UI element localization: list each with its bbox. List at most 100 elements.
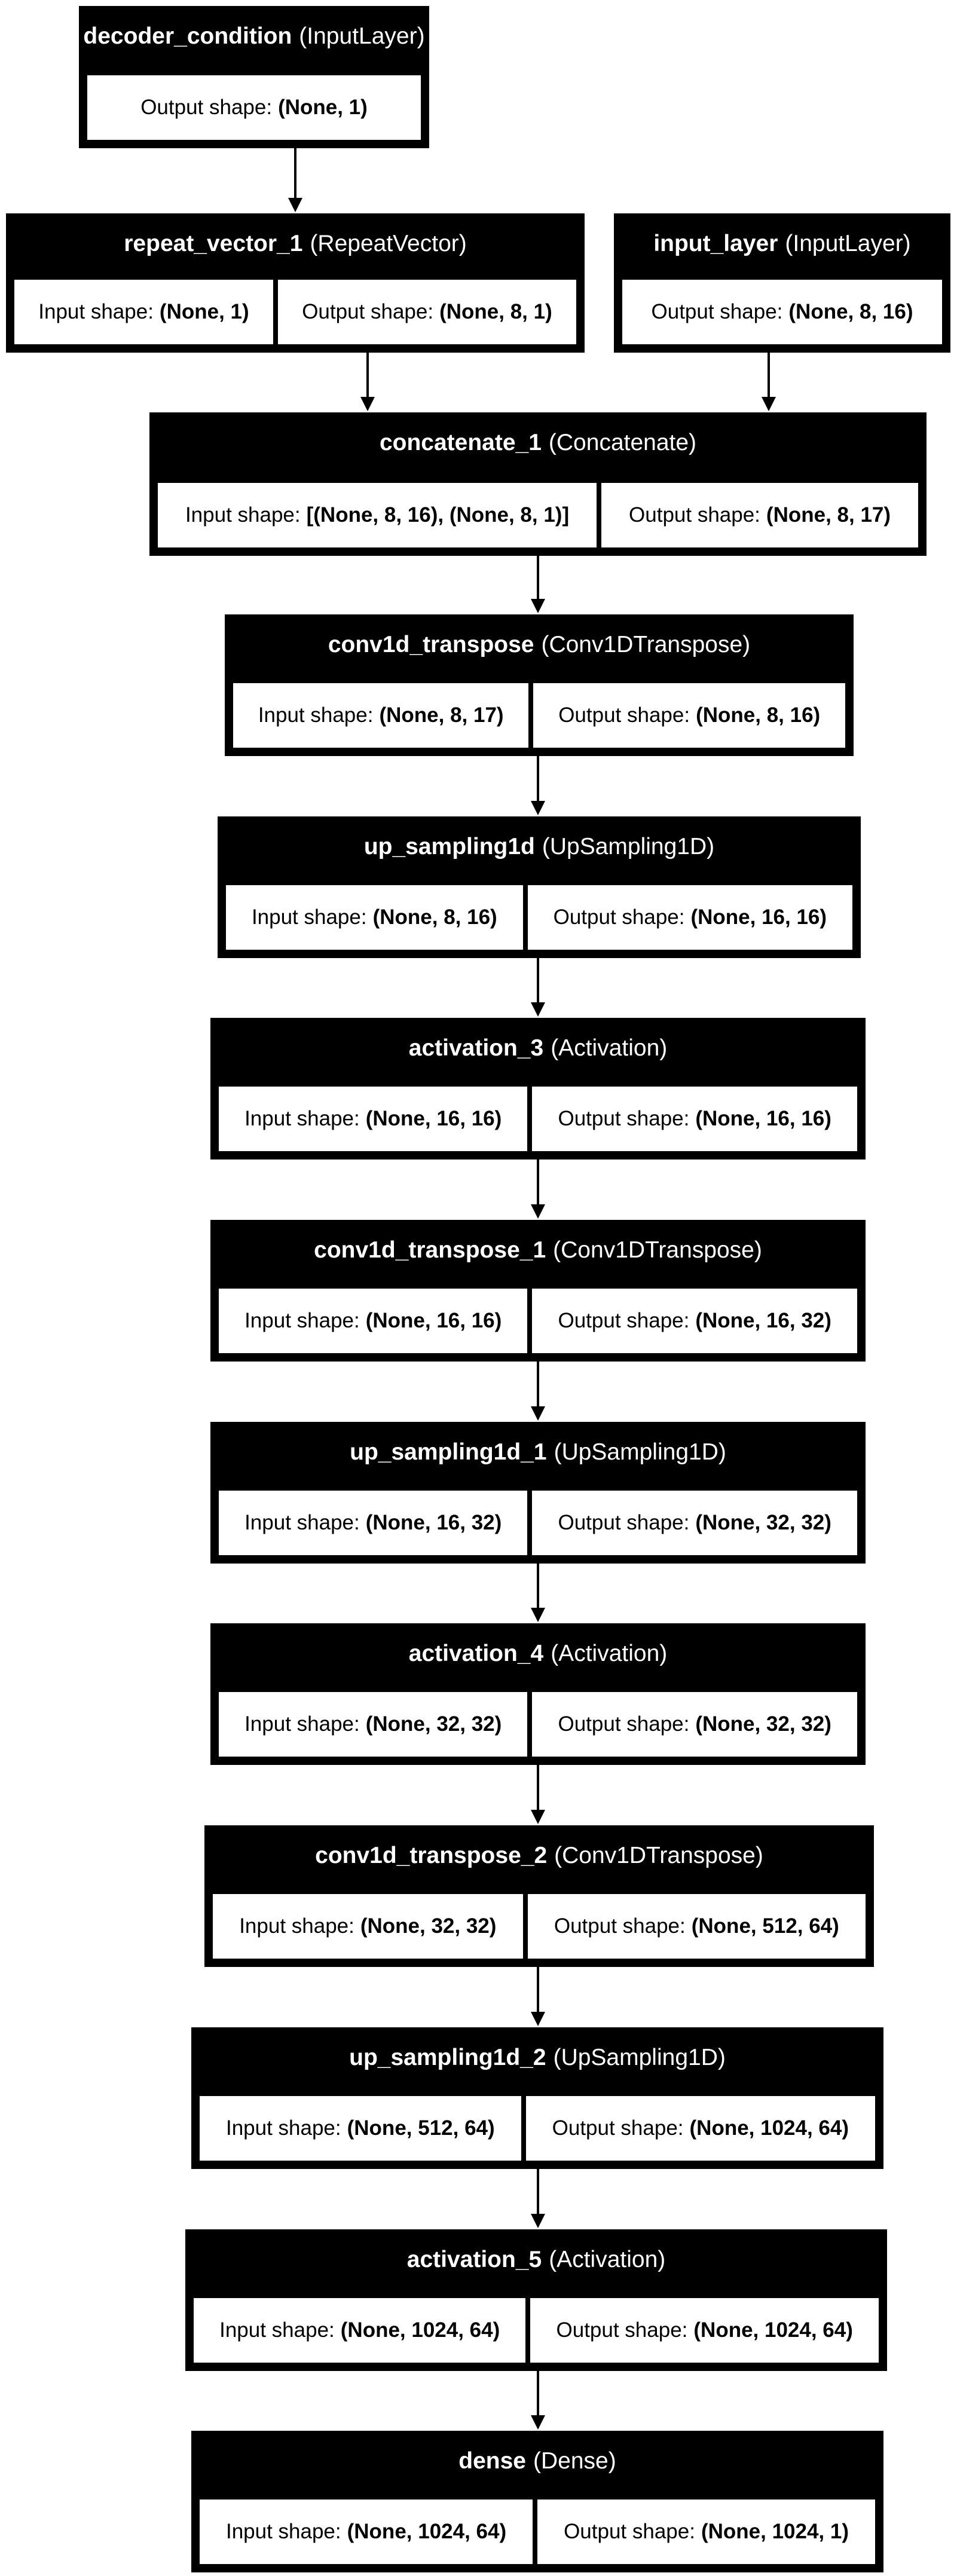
- layer-header: up_sampling1d_1 (UpSampling1D): [210, 1422, 866, 1483]
- output-shape-value: (None, 512, 64): [691, 1914, 839, 1938]
- shape-row: Input shape: (None, 1024, 64) Output shape…: [200, 2499, 875, 2564]
- layer-type: (Activation): [551, 1035, 668, 1061]
- input-shape-label: Input shape:: [225, 2116, 341, 2140]
- layer-header: up_sampling1d_2 (UpSampling1D): [191, 2027, 883, 2088]
- layer-node-dense: dense (Dense) Input shape: (None, 1024, 64)…: [191, 2431, 883, 2572]
- output-shape-label: Output shape:: [552, 2116, 684, 2140]
- layer-type: (RepeatVector): [310, 231, 467, 256]
- output-shape-cell: Output shape: (None, 16, 16): [532, 1087, 858, 1151]
- output-shape-value: (None, 1024, 64): [693, 2318, 853, 2342]
- layer-header: input_layer (InputLayer): [614, 213, 950, 274]
- layer-name: conv1d_transpose: [328, 632, 534, 657]
- input-shape-label: Input shape:: [244, 1511, 360, 1534]
- input-shape-value: (None, 16, 32): [365, 1511, 502, 1534]
- output-shape-value: (None, 32, 32): [695, 1511, 831, 1534]
- output-shape-value: (None, 16, 16): [695, 1107, 831, 1130]
- output-shape-cell: Output shape: (None, 8, 16): [622, 280, 942, 344]
- output-shape-value: (None, 8, 16): [696, 703, 821, 727]
- layer-node-conv1d-transpose-2: conv1d_transpose_2 (Conv1DTranspose) Input…: [204, 1825, 874, 1967]
- shape-row: Input shape: (None, 16, 32) Output shape:(…: [219, 1491, 858, 1555]
- layer-type: (Activation): [549, 2247, 666, 2272]
- output-shape-cell: Output shape: (None, 8, 16): [533, 683, 846, 748]
- layer-header: conv1d_transpose_1 (Conv1DTranspose): [210, 1220, 866, 1281]
- output-shape-cell: Output shape: (None, 1): [87, 75, 421, 140]
- layer-name: dense: [458, 2448, 526, 2474]
- input-shape-cell: Input shape: (None, 1024, 64): [200, 2499, 533, 2564]
- output-shape-value: (None, 1024, 1): [701, 2520, 849, 2543]
- layer-header: repeat_vector_1 (RepeatVector): [6, 213, 585, 274]
- input-shape-value: (None, 1024, 64): [347, 2520, 507, 2543]
- input-shape-cell: Input shape: (None, 16, 16): [219, 1289, 528, 1353]
- layer-name: activation_3: [408, 1035, 544, 1061]
- layer-name: up_sampling1d_1: [350, 1439, 547, 1465]
- layer-type: (InputLayer): [785, 231, 911, 256]
- layer-name: repeat_vector_1: [124, 231, 303, 256]
- layer-header: concatenate_1 (Concatenate): [149, 412, 927, 473]
- layer-name: activation_4: [408, 1641, 544, 1666]
- layer-node-activation-3: activation_3 (Activation) Input shape: (Non…: [210, 1018, 866, 1159]
- input-shape-value: (None, 1): [159, 300, 249, 323]
- layer-name: concatenate_1: [379, 430, 542, 455]
- output-shape-cell: Output shape: (None, 1024, 64): [530, 2298, 879, 2363]
- output-shape-cell: Output shape: (None, 32, 32): [532, 1692, 858, 1757]
- shape-row: Input shape: (None, 32, 32) Output shape:(…: [213, 1894, 866, 1959]
- input-shape-cell: Input shape: [(None, 8, 16), (None, 8, 1)…: [158, 483, 597, 547]
- input-shape-value: (None, 1024, 64): [340, 2318, 500, 2342]
- layer-header: activation_5 (Activation): [185, 2229, 887, 2290]
- input-shape-label: Input shape:: [239, 1914, 354, 1938]
- arrow-head-icon: [288, 198, 302, 212]
- layer-node-activation-4: activation_4 (Activation) Input shape: (Non…: [210, 1623, 866, 1765]
- arrow-head-icon: [531, 1406, 545, 1421]
- layer-header: activation_4 (Activation): [210, 1623, 866, 1684]
- layer-node-decoder-condition: decoder_condition (InputLayer) Output shap…: [79, 6, 429, 148]
- shape-row: Input shape: (None, 16, 16) Output shape:(…: [219, 1289, 858, 1353]
- output-shape-value: (None, 16, 16): [690, 905, 827, 929]
- layer-type: (Activation): [551, 1641, 668, 1666]
- output-shape-cell: Output shape: (None, 512, 64): [527, 1894, 866, 1959]
- layer-name: input_layer: [653, 231, 778, 256]
- input-shape-cell: Input shape: (None, 32, 32): [219, 1692, 528, 1757]
- shape-row: Input shape: (None, 1024, 64) Output shape…: [194, 2298, 879, 2363]
- arrow-head-icon: [531, 801, 545, 815]
- layer-node-up-sampling1d-2: up_sampling1d_2 (UpSampling1D) Input shape…: [191, 2027, 883, 2169]
- input-shape-label: Input shape:: [185, 503, 301, 527]
- arrow-head-icon: [531, 1002, 545, 1017]
- output-shape-value: (None, 16, 32): [695, 1309, 831, 1332]
- output-shape-value: (None, 32, 32): [695, 1712, 831, 1736]
- layer-type: (Conv1DTranspose): [554, 1843, 763, 1868]
- arrow-head-icon: [531, 2214, 545, 2228]
- output-shape-label: Output shape:: [651, 300, 783, 323]
- layer-type: (UpSampling1D): [542, 834, 715, 859]
- input-shape-value: (None, 32, 32): [365, 1712, 502, 1736]
- layer-node-conv1d-transpose: conv1d_transpose (Conv1DTranspose) Input s…: [225, 614, 854, 756]
- shape-row: Input shape: (None, 512, 64) Output shape:…: [200, 2096, 875, 2161]
- layer-type: (Dense): [533, 2448, 616, 2474]
- output-shape-cell: Output shape: (None, 32, 32): [532, 1491, 858, 1555]
- output-shape-cell: Output shape: (None, 8, 1): [277, 280, 577, 344]
- output-shape-label: Output shape:: [558, 1309, 690, 1332]
- layer-header: conv1d_transpose (Conv1DTranspose): [225, 614, 854, 675]
- layer-type: (UpSampling1D): [553, 2045, 726, 2070]
- arrow-head-icon: [531, 2012, 545, 2026]
- input-shape-label: Input shape:: [219, 2318, 335, 2342]
- input-shape-value: [(None, 8, 16), (None, 8, 1)]: [306, 503, 570, 527]
- output-shape-value: (None, 8, 17): [766, 503, 891, 527]
- input-shape-cell: Input shape: (None, 8, 17): [233, 683, 529, 748]
- output-shape-label: Output shape:: [558, 703, 690, 727]
- input-shape-value: (None, 512, 64): [347, 2116, 495, 2140]
- output-shape-cell: Output shape: (None, 1024, 1): [537, 2499, 875, 2564]
- input-shape-value: (None, 16, 16): [365, 1309, 502, 1332]
- layer-header: dense (Dense): [191, 2431, 883, 2492]
- layer-header: conv1d_transpose_2 (Conv1DTranspose): [204, 1825, 874, 1886]
- layer-type: (Conv1DTranspose): [553, 1237, 762, 1263]
- input-shape-value: (None, 8, 16): [372, 905, 497, 929]
- output-shape-value: (None, 1): [278, 96, 368, 119]
- shape-row: Output shape: (None, 8, 16): [622, 280, 942, 344]
- output-shape-label: Output shape:: [553, 905, 685, 929]
- input-shape-label: Input shape:: [244, 1712, 360, 1736]
- arrow-head-icon: [531, 1608, 545, 1622]
- layer-header: activation_3 (Activation): [210, 1018, 866, 1079]
- layer-header: decoder_condition (InputLayer): [79, 6, 429, 67]
- layer-node-up-sampling1d: up_sampling1d (UpSampling1D) Input shape:(…: [218, 816, 861, 958]
- output-shape-label: Output shape:: [140, 96, 273, 119]
